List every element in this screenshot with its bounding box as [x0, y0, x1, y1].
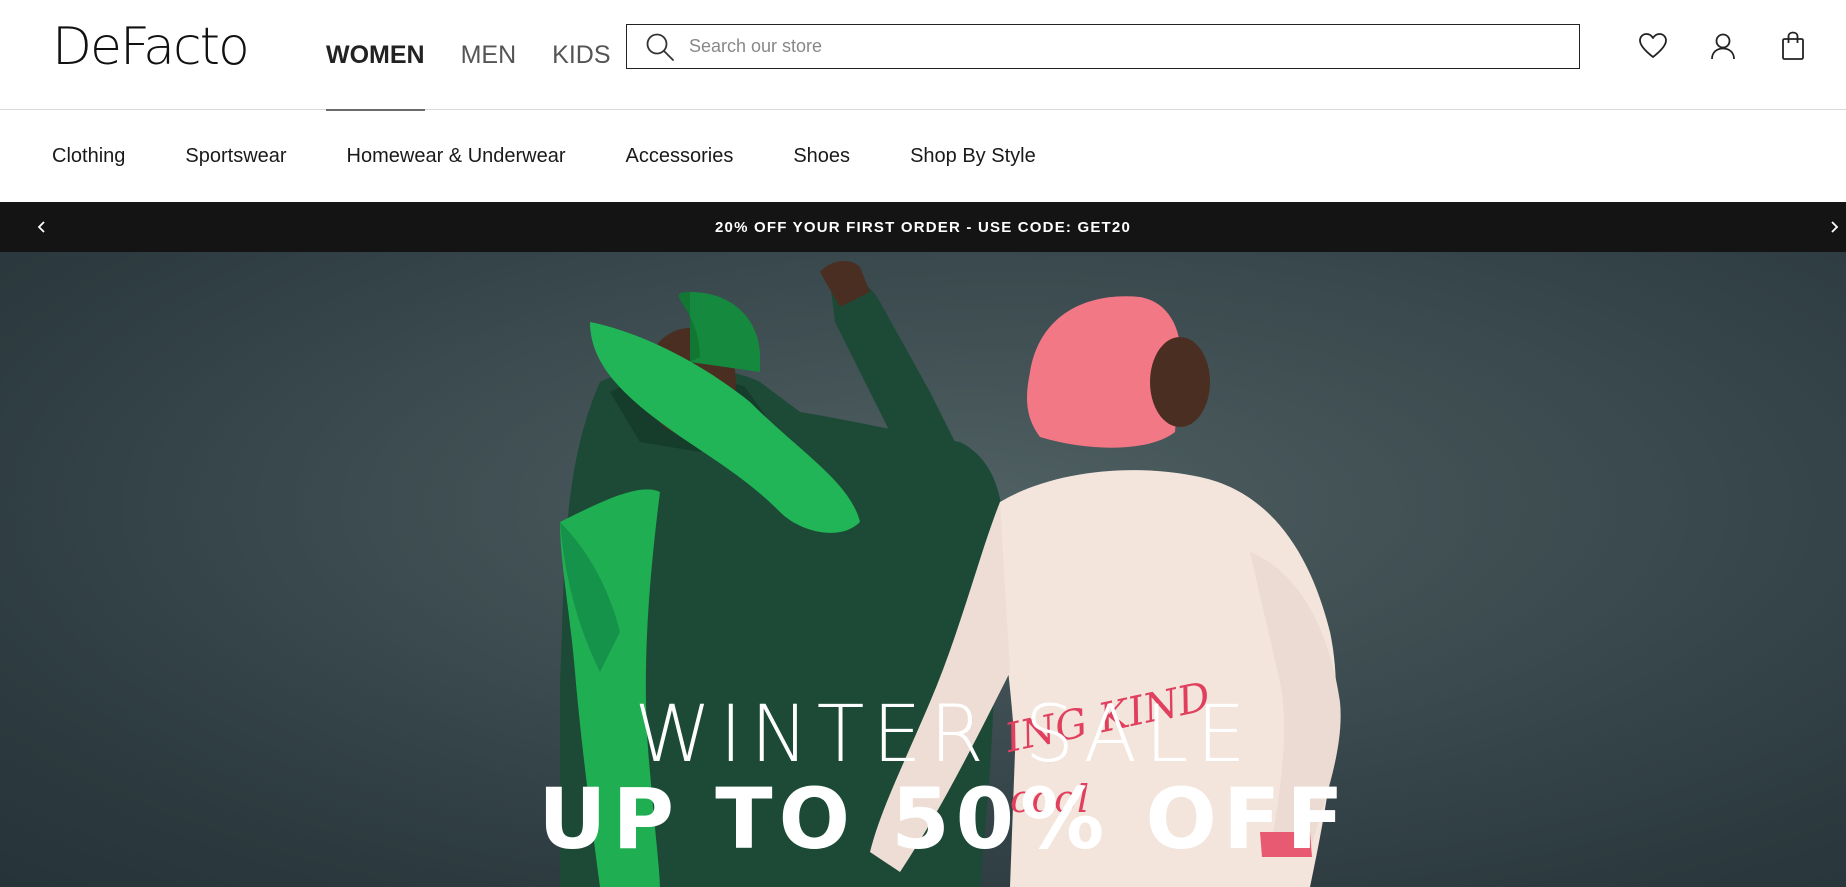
heart-icon[interactable]	[1638, 30, 1668, 62]
category-sportswear[interactable]: Sportswear	[185, 145, 286, 168]
brand-logo[interactable]: DeFacto	[52, 20, 250, 74]
search-input[interactable]	[687, 26, 1579, 67]
tab-women[interactable]: WOMEN	[326, 0, 425, 111]
search-icon[interactable]	[643, 30, 677, 64]
site-header: DeFacto WOMEN MEN KIDS	[0, 0, 1846, 111]
search-bar	[626, 24, 1580, 69]
category-accessories[interactable]: Accessories	[626, 145, 734, 168]
promo-text[interactable]: 20% OFF YOUR FIRST ORDER - USE CODE: GET…	[715, 219, 1131, 236]
hero-headline: WINTER SALE	[634, 690, 1254, 780]
gender-nav: WOMEN MEN KIDS	[326, 0, 647, 111]
category-shop-by-style[interactable]: Shop By Style	[910, 145, 1036, 168]
hero-subheadline: UP TO 50% OFF	[538, 770, 1350, 868]
category-clothing[interactable]: Clothing	[52, 145, 125, 168]
user-icon[interactable]	[1708, 30, 1738, 62]
header-actions	[1638, 30, 1808, 62]
tab-men[interactable]: MEN	[461, 0, 517, 110]
chevron-right-icon[interactable]	[1822, 215, 1846, 239]
chevron-left-icon[interactable]	[30, 215, 54, 239]
category-nav: Clothing Sportswear Homewear & Underwear…	[0, 110, 1846, 202]
tab-kids[interactable]: KIDS	[552, 0, 610, 110]
shopping-bag-icon[interactable]	[1778, 30, 1808, 62]
promo-banner: 20% OFF YOUR FIRST ORDER - USE CODE: GET…	[0, 202, 1846, 252]
category-homewear-underwear[interactable]: Homewear & Underwear	[347, 145, 566, 168]
category-shoes[interactable]: Shoes	[793, 145, 850, 168]
